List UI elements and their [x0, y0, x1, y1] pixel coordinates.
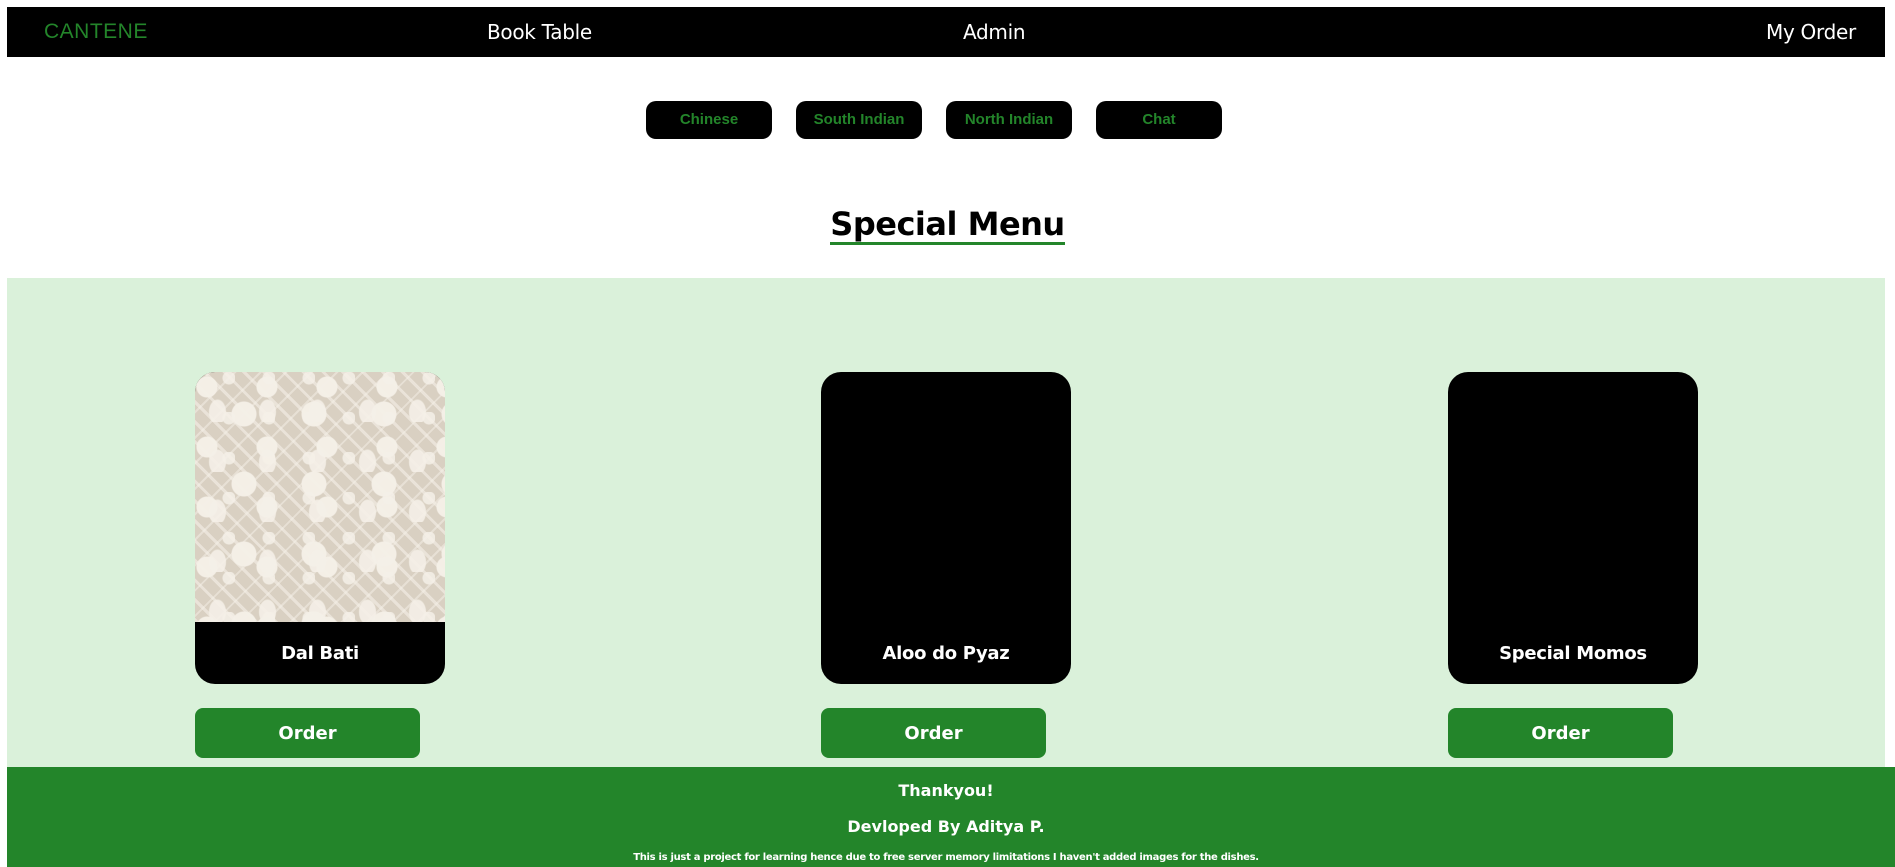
- dish-name: Special Momos: [1499, 643, 1647, 664]
- dish-name: Dal Bati: [281, 643, 359, 664]
- brand-logo-link[interactable]: CANTENE: [44, 7, 148, 57]
- category-buttons: Chinese South Indian North Indian Chat: [0, 101, 1895, 139]
- dish-image: [195, 372, 445, 622]
- footer-thanks: Thankyou!: [898, 781, 994, 800]
- nav-book-table-link[interactable]: Book Table: [487, 7, 592, 57]
- nav-admin-link[interactable]: Admin: [963, 7, 1026, 57]
- dish-card-aloo-do-pyaz: Aloo do Pyaz: [821, 372, 1071, 684]
- footer: Thankyou! Devloped By Aditya P. This is …: [7, 767, 1895, 867]
- order-dal-bati-button[interactable]: Order: [195, 708, 420, 758]
- dish-card-special-momos: Special Momos: [1448, 372, 1698, 684]
- category-chat-button[interactable]: Chat: [1096, 101, 1222, 139]
- category-north-indian-button[interactable]: North Indian: [946, 101, 1072, 139]
- nav-my-order-link[interactable]: My Order: [1766, 7, 1856, 57]
- dish-card-dal-bati: Dal Bati: [195, 372, 445, 684]
- special-menu-heading: Special Menu: [0, 205, 1895, 245]
- special-menu-title: Special Menu: [830, 205, 1065, 245]
- order-aloo-do-pyaz-button[interactable]: Order: [821, 708, 1046, 758]
- dish-name: Aloo do Pyaz: [882, 643, 1010, 664]
- special-menu-section: Dal Bati Order Aloo do Pyaz Order Specia…: [7, 278, 1885, 767]
- footer-developer-credit: Devloped By Aditya P.: [847, 817, 1045, 836]
- navbar: CANTENE Book Table Admin My Order: [7, 7, 1885, 57]
- category-chinese-button[interactable]: Chinese: [646, 101, 772, 139]
- order-special-momos-button[interactable]: Order: [1448, 708, 1673, 758]
- page: CANTENE Book Table Admin My Order Chines…: [0, 0, 1895, 867]
- footer-note: This is just a project for learning henc…: [633, 852, 1259, 863]
- category-south-indian-button[interactable]: South Indian: [796, 101, 922, 139]
